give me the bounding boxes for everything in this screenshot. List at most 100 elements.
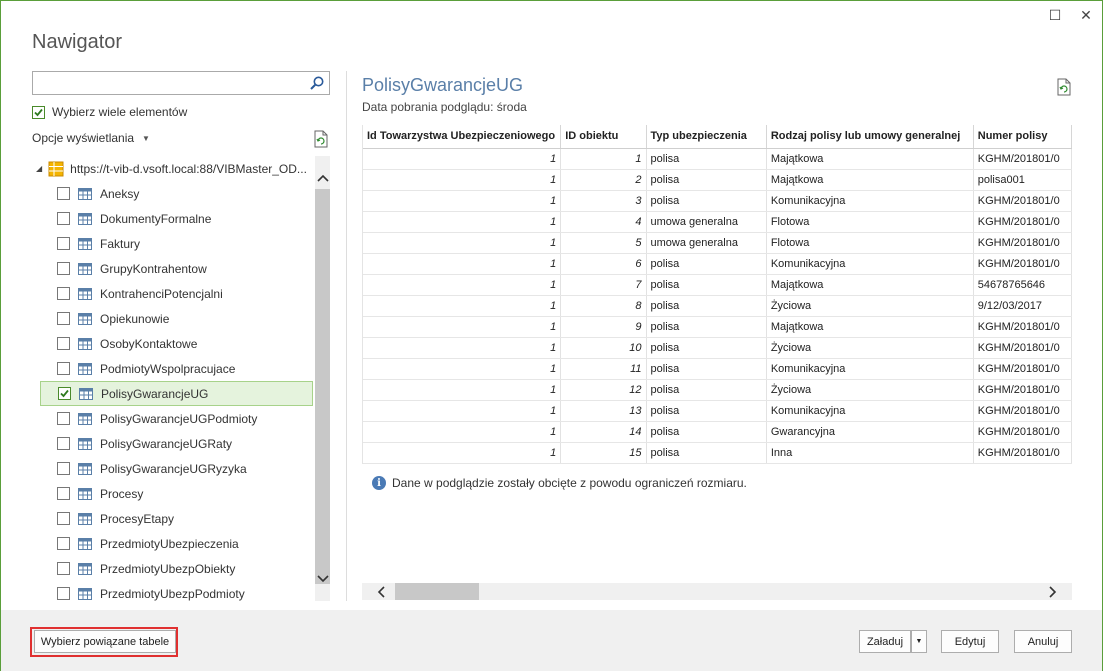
table-icon: [78, 412, 92, 425]
search-icon[interactable]: [309, 75, 325, 91]
tree-item[interactable]: DokumentyFormalne: [40, 206, 313, 231]
tree-item-checkbox[interactable]: [57, 462, 70, 475]
table-cell: 7: [560, 274, 647, 296]
tree-item[interactable]: OsobyKontaktowe: [40, 331, 313, 356]
tree-root-node[interactable]: ◢ https://t-vib-d.vsoft.local:88/VIBMast…: [36, 156, 307, 181]
load-dropdown-button[interactable]: ▼: [911, 630, 927, 653]
table-cell: 3: [560, 190, 647, 212]
grid-column-header[interactable]: Numer polisy: [973, 125, 1072, 149]
tree-item[interactable]: PolisyGwarancjeUGPodmioty: [40, 406, 313, 431]
footer-bar: Wybierz powiązane tabele Załaduj ▼ Edytu…: [1, 610, 1102, 671]
chevron-left-icon[interactable]: [372, 583, 390, 600]
tree-item-checkbox[interactable]: [57, 512, 70, 525]
table-cell: 2: [560, 169, 647, 191]
tree-item[interactable]: Aneksy: [40, 181, 313, 206]
display-options-dropdown[interactable]: Opcje wyświetlania ▼: [32, 131, 150, 145]
refresh-icon[interactable]: [313, 130, 329, 148]
table-cell: 1: [363, 148, 562, 170]
table-cell: 6: [560, 253, 647, 275]
tree-item-label: KontrahenciPotencjalni: [100, 286, 223, 301]
table-cell: 54678765646: [973, 274, 1072, 296]
tree-item-checkbox[interactable]: [57, 212, 70, 225]
tree-item-checkbox[interactable]: [57, 487, 70, 500]
chevron-up-icon[interactable]: [315, 169, 330, 187]
tree-item-label: GrupyKontrahentow: [100, 261, 207, 276]
table-cell: Flotowa: [766, 232, 974, 254]
cancel-button[interactable]: Anuluj: [1014, 630, 1072, 653]
tree-item[interactable]: GrupyKontrahentow: [40, 256, 313, 281]
edit-button[interactable]: Edytuj: [941, 630, 999, 653]
tree-item-label: PrzedmiotyUbezpieczenia: [100, 536, 239, 551]
multi-select-checkbox[interactable]: [32, 105, 45, 119]
scrollbar-thumb[interactable]: [315, 189, 330, 584]
table-cell: 1: [363, 358, 562, 380]
preview-grid[interactable]: Id Towarzystwa Ubezpieczeniowego ID obiek…: [362, 125, 1072, 464]
scrollbar-thumb[interactable]: [395, 583, 479, 600]
tree-root-label: https://t-vib-d.vsoft.local:88/VIBMaster…: [70, 161, 307, 176]
table-icon: [78, 287, 92, 300]
select-related-tables-button[interactable]: Wybierz powiązane tabele: [34, 630, 176, 653]
tree-item-checkbox[interactable]: [58, 387, 71, 400]
table-cell: Majątkowa: [766, 169, 974, 191]
tree-item[interactable]: Procesy: [40, 481, 313, 506]
tree-item-checkbox[interactable]: [57, 537, 70, 550]
tree-item-checkbox[interactable]: [57, 312, 70, 325]
search-input[interactable]: [32, 71, 330, 95]
table-row: 1 10 polisa Życiowa KGHM/201801/0: [363, 337, 1072, 359]
grid-column-header[interactable]: Id Towarzystwa Ubezpieczeniowego: [363, 125, 562, 149]
tree-item[interactable]: ProcesyEtapy: [40, 506, 313, 531]
tree-item[interactable]: PrzedmiotyUbezpObiekty: [40, 556, 313, 581]
preview-title: PolisyGwarancjeUG: [362, 75, 524, 95]
tree-item-checkbox[interactable]: [57, 237, 70, 250]
table-cell: polisa: [646, 148, 767, 170]
table-row: 1 7 polisa Majątkowa 54678765646: [363, 274, 1072, 296]
table-cell: 12: [560, 379, 647, 401]
table-cell: 1: [363, 442, 562, 464]
refresh-icon[interactable]: [1056, 78, 1072, 96]
tree-item[interactable]: PolisyGwarancjeUGRyzyka: [40, 456, 313, 481]
navigator-window: ☐ ✕ Nawigator Wybierz wiele elementów Op…: [0, 0, 1103, 671]
tree-item-label: PolisyGwarancjeUGRyzyka: [100, 461, 247, 476]
tree-item[interactable]: PolisyGwarancjeUGRaty: [40, 431, 313, 456]
truncation-note: i Dane w podglądzie zostały obcięte z po…: [372, 476, 747, 490]
tree-vertical-scrollbar[interactable]: [315, 156, 330, 601]
table-row: 1 13 polisa Komunikacyjna KGHM/201801/0: [363, 400, 1072, 422]
grid-column-header[interactable]: Typ ubezpieczenia: [646, 125, 767, 149]
tree-item[interactable]: PodmiotyWspolpracujace: [40, 356, 313, 381]
tree-item-checkbox[interactable]: [57, 437, 70, 450]
tree-item[interactable]: KontrahenciPotencjalni: [40, 281, 313, 306]
tree-item-checkbox[interactable]: [57, 412, 70, 425]
table-icon: [78, 262, 92, 275]
table-cell: polisa: [646, 358, 767, 380]
tree-item-checkbox[interactable]: [57, 187, 70, 200]
tree-item-checkbox[interactable]: [57, 287, 70, 300]
grid-horizontal-scrollbar[interactable]: [362, 583, 1072, 600]
tree-item[interactable]: Faktury: [40, 231, 313, 256]
close-button[interactable]: ✕: [1074, 5, 1098, 25]
tree-item[interactable]: PrzedmiotyUbezpieczenia: [40, 531, 313, 556]
preview-subtitle: Data pobrania podglądu: środa: [362, 100, 527, 114]
grid-column-header[interactable]: ID obiektu: [560, 125, 647, 149]
grid-column-header[interactable]: Rodzaj polisy lub umowy generalnej: [766, 125, 974, 149]
table-row: 1 1 polisa Majątkowa KGHM/201801/0: [363, 148, 1072, 170]
tree-item-checkbox[interactable]: [57, 362, 70, 375]
restore-button[interactable]: ☐: [1043, 5, 1067, 25]
tree-item[interactable]: Opiekunowie: [40, 306, 313, 331]
multi-select-option[interactable]: Wybierz wiele elementów: [32, 105, 187, 119]
chevron-right-icon[interactable]: [1044, 583, 1062, 600]
table-cell: Życiowa: [766, 295, 974, 317]
info-icon: i: [372, 476, 386, 490]
tree-item[interactable]: PrzedmiotyUbezpPodmioty: [40, 581, 313, 601]
tree-item-checkbox[interactable]: [57, 587, 70, 600]
table-cell: 1: [363, 400, 562, 422]
tree-item-checkbox[interactable]: [57, 562, 70, 575]
table-cell: polisa: [646, 442, 767, 464]
chevron-down-icon[interactable]: [315, 570, 330, 588]
tree-item-checkbox[interactable]: [57, 262, 70, 275]
collapse-triangle-icon[interactable]: ◢: [36, 164, 42, 173]
table-row: 1 5 umowa generalna Flotowa KGHM/201801/0: [363, 232, 1072, 254]
load-button[interactable]: Załaduj: [859, 630, 911, 653]
table-cell: KGHM/201801/0: [973, 442, 1072, 464]
tree-item-checkbox[interactable]: [57, 337, 70, 350]
tree-item[interactable]: PolisyGwarancjeUG: [40, 381, 313, 406]
